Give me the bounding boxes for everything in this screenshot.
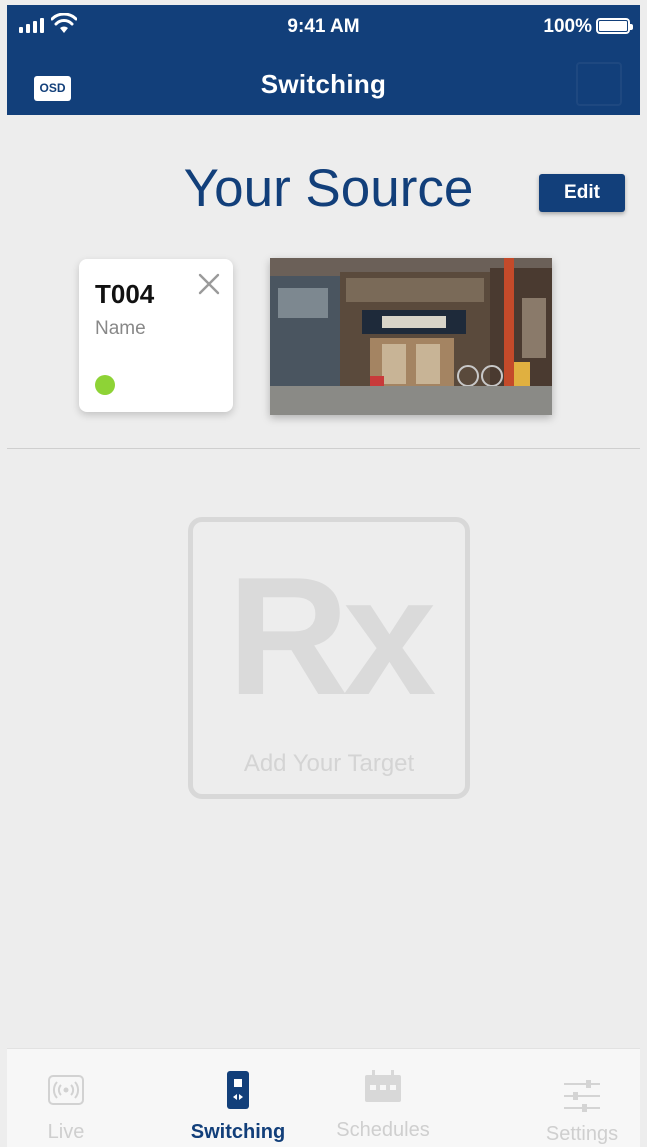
sliders-icon [564,1080,600,1112]
source-preview-thumbnail[interactable] [270,258,552,415]
status-indicator [95,375,115,395]
tab-schedules-label: Schedules [336,1119,430,1141]
add-target-label: Add Your Target [243,750,415,777]
storefront-image [270,258,552,415]
calendar-icon [365,1070,401,1102]
status-bar: 9:41 AM 100% [7,5,640,47]
menu-button[interactable] [576,62,622,106]
tab-live-label: Live [47,1121,85,1143]
tab-bar: Live Switching Schedules Settings [7,1048,640,1147]
section-divider [7,448,640,449]
tab-schedules[interactable]: Schedules [304,1049,462,1147]
source-card[interactable]: T004 Name [79,259,233,412]
switching-device-icon [227,1071,249,1109]
battery-icon [596,18,633,34]
tab-switching[interactable]: Switching [159,1049,317,1147]
tab-live[interactable]: Live [0,1049,145,1147]
edit-button[interactable]: Edit [539,174,625,212]
tab-switching-label: Switching [190,1121,286,1143]
app-header: 9:41 AM 100% OSD Switching [7,5,640,115]
rx-placeholder-text: Rx [227,542,437,730]
close-icon[interactable] [197,272,221,296]
add-target-placeholder[interactable]: Rx Add Your Target [188,517,470,799]
source-name: Name [95,318,146,339]
page-title: Switching [260,69,387,99]
tab-settings-label: Settings [545,1123,619,1145]
broadcast-icon [48,1075,84,1105]
source-id: T004 [95,279,155,309]
nav-bar: OSD Switching [7,57,640,115]
tab-settings[interactable]: Settings [503,1049,647,1147]
battery-percentage: 100% [543,16,592,37]
